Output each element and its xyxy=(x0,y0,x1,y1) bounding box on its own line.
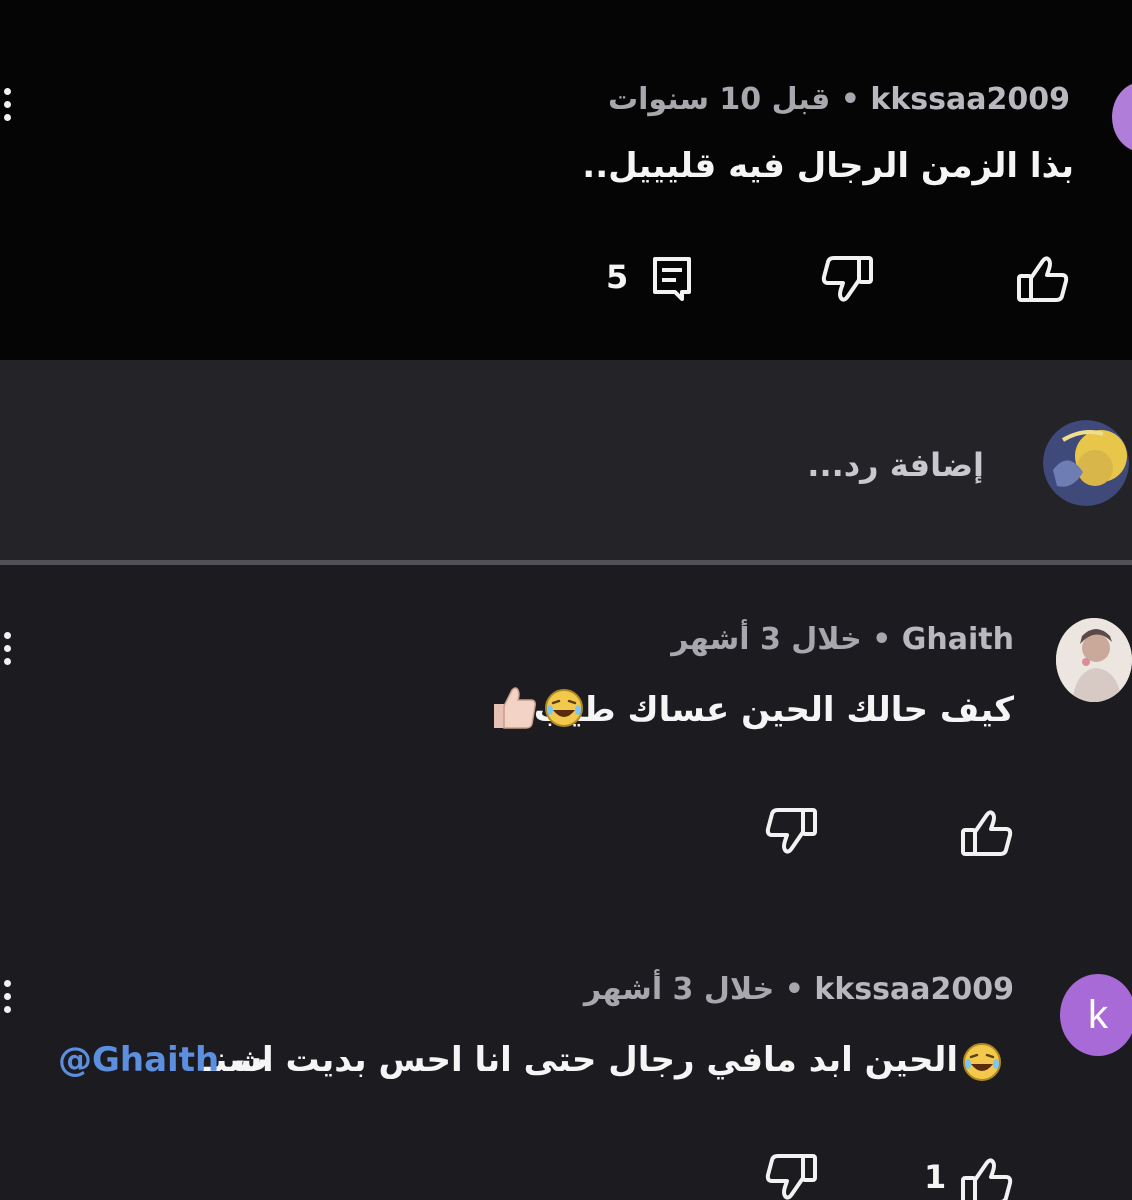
thumbs-down-icon[interactable] xyxy=(764,1152,818,1200)
comment-text: بذا الزمن الرجال فيه قليييل.. xyxy=(582,146,1074,186)
thumbs-down-icon[interactable] xyxy=(764,806,818,856)
comment-icon[interactable] xyxy=(652,256,692,302)
comment-text-fragment: ث xyxy=(234,1040,269,1080)
comment-meta: kkssaa2009 • خلال 3 أشهر xyxy=(584,972,1014,1007)
reply-count[interactable]: 5 xyxy=(606,258,628,296)
thumbs-up-icon[interactable] xyxy=(960,1156,1014,1200)
avatar[interactable] xyxy=(1056,618,1132,702)
meta-separator: • xyxy=(840,82,860,117)
thumbs-up-icon[interactable] xyxy=(1016,254,1070,304)
comment-meta: Ghaith • خلال 3 أشهر xyxy=(671,622,1014,657)
thumbs-down-icon[interactable] xyxy=(820,254,874,304)
avatar xyxy=(1043,420,1129,506)
more-vert-icon[interactable] xyxy=(2,88,12,121)
comment-text: كيف حالك الحين عساك طيب xyxy=(534,690,1014,730)
thumbs-up-icon[interactable] xyxy=(960,808,1014,858)
comment-time: خلال 3 أشهر xyxy=(671,622,862,657)
more-vert-icon[interactable] xyxy=(2,980,12,1013)
comment-body: كيف حالك الحين عساك طيب xyxy=(533,690,1014,730)
more-vert-icon[interactable] xyxy=(2,632,12,665)
reply-input[interactable]: إضافة رد... xyxy=(807,446,984,484)
comment-time: قبل 10 سنوات xyxy=(607,82,831,117)
comment-username[interactable]: Ghaith xyxy=(902,622,1014,657)
thumbs-up-emoji-icon xyxy=(490,686,538,734)
avatar-letter: k xyxy=(1088,992,1108,1037)
comment-text: الحين ابد مافي رجال حتى انا احس بديت اسن… xyxy=(203,1040,958,1080)
like-count: 1 xyxy=(924,1158,947,1196)
comment-username[interactable]: kkssaa2009 xyxy=(870,82,1070,117)
replies-band xyxy=(0,565,1132,1200)
avatar[interactable]: k xyxy=(1060,974,1132,1056)
mention-link[interactable]: @Ghaith xyxy=(58,1040,219,1080)
meta-separator: • xyxy=(784,972,804,1007)
comment-time: خلال 3 أشهر xyxy=(583,972,775,1007)
comment-username[interactable]: kkssaa2009 xyxy=(814,972,1014,1007)
laughing-emoji-icon xyxy=(544,688,584,732)
meta-separator: • xyxy=(872,622,892,657)
comment-meta: kkssaa2009 • قبل 10 سنوات xyxy=(608,82,1070,117)
laughing-emoji-icon xyxy=(962,1042,1002,1086)
